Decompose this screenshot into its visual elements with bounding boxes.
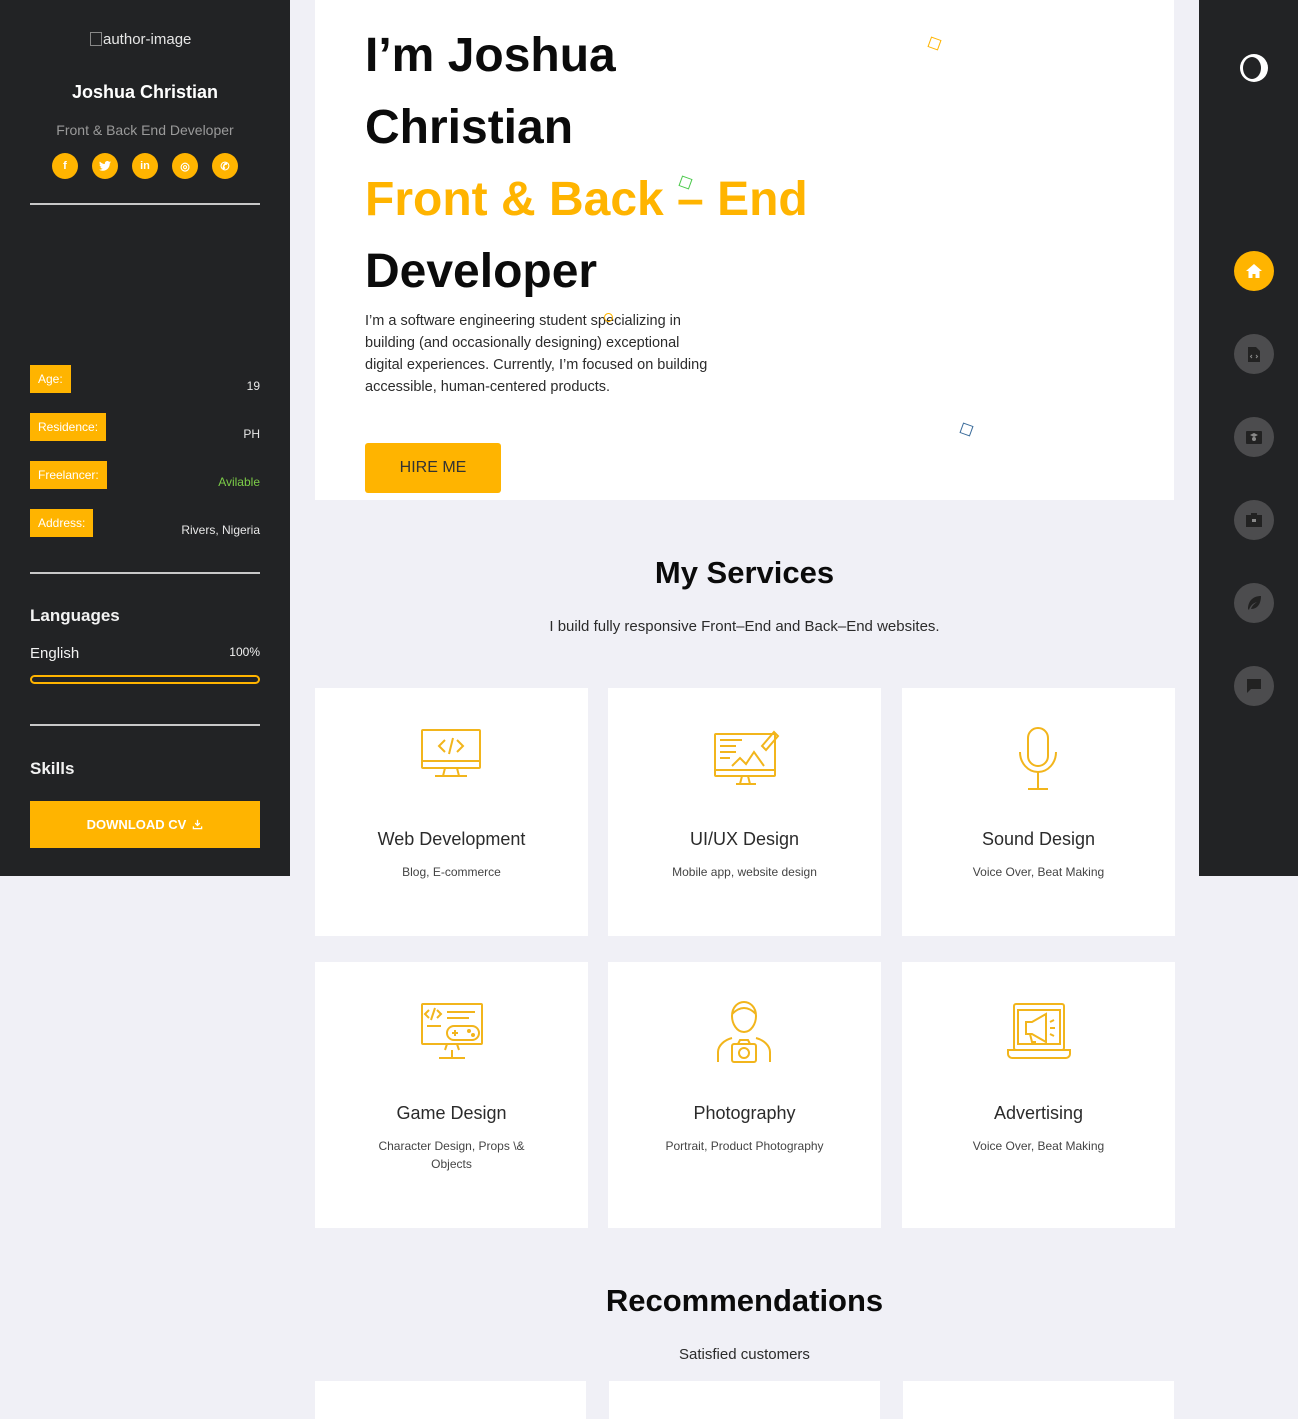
hero-section: I’m Joshua Christian Front & Back – End … — [315, 0, 1174, 500]
hero-description: I’m a software engineering student speci… — [365, 313, 708, 395]
service-subtitle: Portrait, Product Photography — [665, 1139, 824, 1153]
languages-title: Languages — [30, 606, 120, 625]
info-value: Rivers, Nigeria — [181, 523, 260, 537]
language-progress-fill — [32, 677, 258, 682]
download-icon — [193, 819, 203, 830]
divider — [30, 203, 260, 205]
language-name: English — [30, 645, 80, 662]
service-subtitle: Voice Over, Beat Making — [972, 865, 1105, 879]
portfolio-icon[interactable] — [1234, 500, 1274, 540]
service-card: Photography Portrait, Product Photograph… — [608, 962, 881, 1228]
info-value: PH — [243, 427, 260, 441]
service-title: Photography — [693, 1103, 796, 1123]
service-title: UI/UX Design — [689, 829, 800, 849]
services-title: My Services — [654, 555, 835, 590]
ui-ux-design-icon — [714, 730, 780, 785]
contact-icon[interactable] — [1234, 666, 1274, 706]
blog-icon[interactable] — [1234, 583, 1274, 623]
service-title: Advertising — [993, 1103, 1084, 1123]
service-subtitle: Mobile app, website design — [672, 865, 817, 879]
info-label: Age: — [30, 365, 71, 393]
service-card: Web Development Blog, E-commerce — [315, 688, 588, 936]
info-label: Residence: — [30, 413, 107, 441]
microphone-icon — [1019, 727, 1057, 790]
author-name: Joshua Christian — [71, 82, 219, 102]
game-design-icon — [421, 1003, 483, 1059]
info-address: Address: Rivers, Nigeria — [30, 509, 260, 539]
language-row: English 100% — [30, 645, 260, 663]
social-links: f in ◎ ✆ — [52, 153, 238, 179]
hero-line-4: Developer — [365, 245, 598, 298]
recommendation-card — [609, 1381, 880, 1419]
info-label: Address: — [30, 509, 94, 537]
resume-icon[interactable] — [1234, 334, 1274, 374]
instagram-icon[interactable]: ◎ — [172, 153, 198, 179]
photographer-icon — [717, 1000, 771, 1063]
home-icon[interactable] — [1234, 251, 1274, 291]
language-percent: 100% — [229, 645, 260, 659]
recommendation-card — [903, 1381, 1174, 1419]
megaphone-icon — [1007, 1003, 1071, 1059]
service-title: Game Design — [396, 1103, 507, 1123]
info-value: Avilable — [218, 475, 260, 489]
hire-me-button[interactable]: HIRE ME — [365, 443, 501, 493]
service-card: UI/UX Design Mobile app, website design — [608, 688, 881, 936]
language-progress-bar — [30, 675, 260, 684]
info-residence: Residence: PH — [30, 413, 260, 443]
author-role: Front & Back End Developer — [56, 122, 234, 138]
author-image: author-image — [90, 31, 191, 48]
service-subtitle: Voice Over, Beat Making — [972, 1139, 1105, 1153]
divider — [30, 724, 260, 726]
whatsapp-icon[interactable]: ✆ — [212, 153, 238, 179]
facebook-icon[interactable]: f — [52, 153, 78, 179]
services-subtitle: I build fully responsive Front–End and B… — [549, 618, 940, 635]
hero-heading: I’m Joshua Christian Front & Back – End … — [365, 20, 965, 308]
divider — [30, 572, 260, 574]
linkedin-icon[interactable]: in — [132, 153, 158, 179]
sidebar: author-image Joshua Christian Front & Ba… — [0, 0, 290, 876]
service-subtitle: Blog, E-commerce — [402, 865, 501, 879]
info-age: Age: 19 — [30, 365, 260, 395]
twitter-icon[interactable] — [92, 153, 118, 179]
service-card: Sound Design Voice Over, Beat Making — [902, 688, 1175, 936]
web-development-icon — [421, 729, 481, 777]
recommendations-title: Recommendations — [605, 1283, 884, 1318]
right-nav — [1199, 0, 1298, 876]
download-cv-label: DOWNLOAD CV — [86, 817, 187, 832]
recommendation-card — [315, 1381, 586, 1419]
info-freelancer: Freelancer: Avilable — [30, 461, 260, 491]
recommendations-subtitle: Satisfied customers — [679, 1346, 810, 1363]
service-card: Advertising Voice Over, Beat Making — [902, 962, 1175, 1228]
service-title: Web Development — [377, 829, 526, 849]
info-value: 19 — [246, 379, 260, 393]
download-cv-button[interactable]: DOWNLOAD CV — [30, 801, 260, 848]
theme-toggle-icon[interactable] — [1240, 54, 1268, 82]
hero-line-2: Christian — [365, 101, 574, 154]
hero-line-1: I’m Joshua — [365, 29, 616, 82]
education-icon[interactable] — [1234, 417, 1274, 457]
service-card: Game Design Character Design, Props \& O… — [315, 962, 588, 1228]
service-subtitle: Character Design, Props \& Objects — [378, 1139, 525, 1171]
service-title: Sound Design — [981, 829, 1096, 849]
decorative-square — [959, 422, 974, 437]
author-image-alt: author-image — [103, 31, 192, 48]
hero-line-3: Front & Back – End — [365, 173, 808, 226]
broken-image-icon — [90, 32, 102, 46]
skills-title: Skills — [30, 759, 75, 778]
info-label: Freelancer: — [30, 461, 107, 489]
